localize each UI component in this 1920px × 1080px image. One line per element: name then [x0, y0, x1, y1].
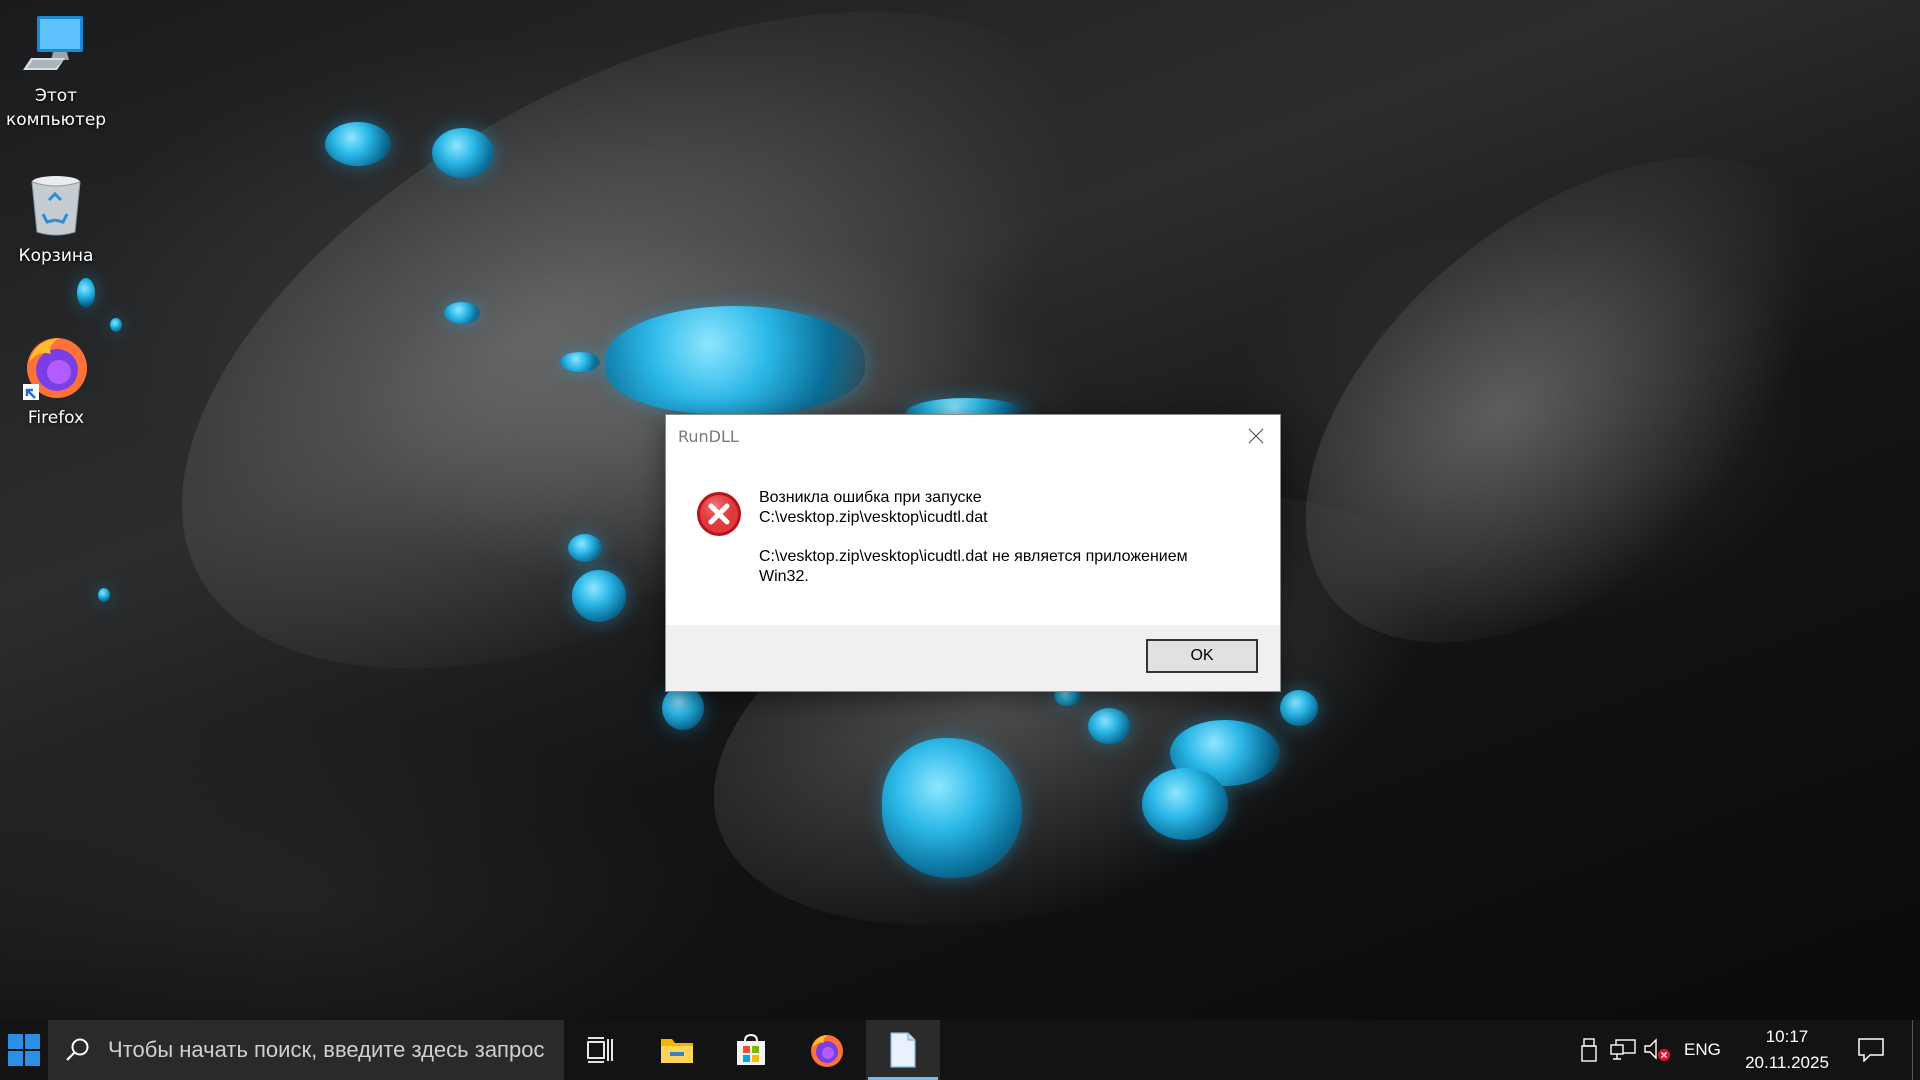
dialog-close-button[interactable] [1232, 415, 1280, 457]
message-line: C:\vesktop.zip\vesktop\icudtl.dat не явл… [759, 548, 1188, 565]
task-view-button[interactable] [564, 1020, 638, 1080]
water-drop [882, 738, 1022, 878]
action-center-button[interactable] [1848, 1020, 1894, 1080]
usb-device-tray-button[interactable] [1572, 1020, 1606, 1080]
message-line: Win32. [759, 568, 809, 585]
dialog-title: RunDLL [678, 427, 739, 446]
start-button[interactable] [0, 1020, 48, 1080]
water-drop [77, 278, 95, 308]
water-drop [662, 686, 704, 730]
clock[interactable]: 10:17 20.11.2025 [1732, 1020, 1842, 1080]
clock-time: 10:17 [1765, 1027, 1809, 1046]
file-explorer-button[interactable] [640, 1020, 714, 1080]
volume-tray-button[interactable] [1640, 1020, 1674, 1080]
volume-muted-icon [1644, 1038, 1670, 1061]
this-pc-icon [21, 10, 91, 80]
taskbar: ENG 10:17 20.11.2025 [0, 1020, 1920, 1080]
input-language-indicator[interactable]: ENG [1684, 1020, 1721, 1080]
water-drop [325, 122, 391, 166]
recycle-bin-icon [21, 170, 91, 240]
notification-icon [1858, 1038, 1884, 1062]
water-drop [1142, 768, 1228, 840]
dialog-footer: OK [666, 625, 1280, 691]
close-icon [1248, 428, 1264, 444]
firefox-icon [811, 1035, 843, 1067]
windows-logo-icon [8, 1034, 40, 1066]
water-drop [572, 570, 626, 622]
folder-icon [661, 1039, 693, 1063]
store-icon [737, 1033, 765, 1065]
document-taskbar-button[interactable] [866, 1020, 940, 1080]
firefox-icon [21, 332, 91, 402]
water-drop [568, 534, 602, 562]
water-drop [432, 128, 494, 178]
search-icon [48, 1020, 108, 1080]
water-drop [1088, 708, 1130, 744]
search-input[interactable] [108, 1037, 558, 1063]
dialog-message: Возникла ошибка при запуске C:\vesktop.z… [759, 488, 1259, 587]
microsoft-store-button[interactable] [714, 1020, 788, 1080]
document-icon [890, 1032, 916, 1068]
usb-drive-icon [1581, 1038, 1597, 1062]
water-drop [110, 318, 122, 332]
desktop-icon-firefox[interactable]: Firefox [6, 332, 106, 430]
error-icon [697, 492, 741, 536]
desktop-icon-recycle-bin[interactable]: Корзина [6, 170, 106, 268]
dialog-body: Возникла ошибка при запуске C:\vesktop.z… [666, 459, 1280, 625]
firefox-taskbar-button[interactable] [790, 1020, 864, 1080]
message-line: Возникла ошибка при запуске [759, 489, 982, 506]
desktop-icon-label: Корзина [18, 246, 94, 266]
ok-button[interactable]: OK [1146, 639, 1258, 673]
water-drop [98, 588, 110, 602]
error-dialog: RunDLL Возникла ошибка при запуске C:\ve… [665, 414, 1281, 692]
clock-date: 20.11.2025 [1745, 1053, 1829, 1072]
taskbar-search[interactable] [48, 1020, 564, 1080]
water-drop [605, 306, 865, 414]
water-drop [444, 302, 480, 324]
network-tray-button[interactable] [1606, 1020, 1640, 1080]
desktop-icon-this-pc[interactable]: Этот компьютер [6, 10, 106, 132]
show-desktop-button[interactable] [1912, 1020, 1920, 1080]
water-drop [560, 352, 600, 372]
message-line: C:\vesktop.zip\vesktop\icudtl.dat [759, 509, 988, 526]
network-icon [1610, 1039, 1636, 1060]
task-view-icon [587, 1037, 613, 1063]
desktop-icon-label: Этот компьютер [6, 86, 107, 130]
desktop-icon-label: Firefox [27, 408, 85, 428]
water-drop [1280, 690, 1318, 726]
